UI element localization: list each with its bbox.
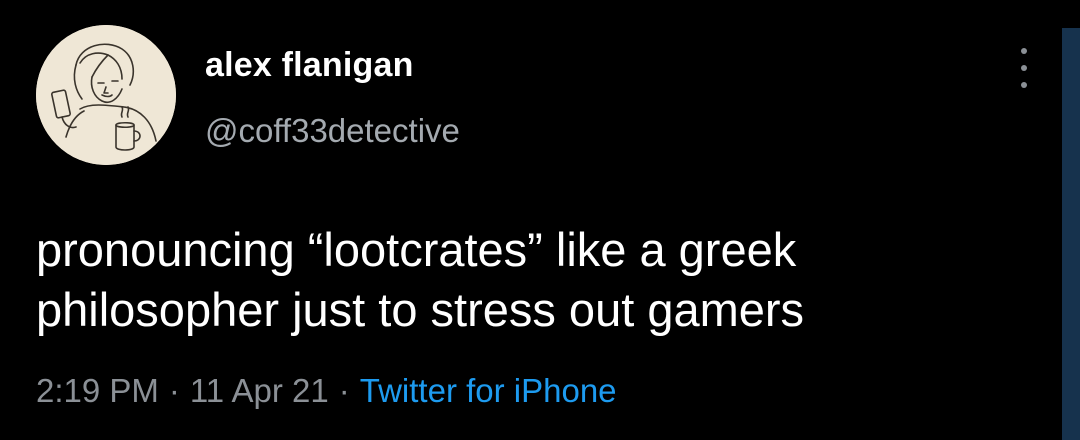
adjacent-panel-edge (1062, 28, 1080, 440)
avatar[interactable] (36, 25, 176, 165)
tweet-source-link[interactable]: Twitter for iPhone (360, 372, 617, 409)
tweet-meta: 2:19 PM · 11 Apr 21 · Twitter for iPhone (36, 372, 617, 410)
display-name[interactable]: alex flanigan (205, 46, 414, 85)
tweet-card: alex flanigan @coff33detective pronounci… (0, 0, 1080, 440)
dot (1021, 65, 1027, 71)
tweet-time[interactable]: 2:19 PM (36, 372, 159, 409)
user-handle[interactable]: @coff33detective (205, 112, 460, 150)
dot (1021, 82, 1027, 88)
avatar-sketch-icon (36, 25, 176, 165)
tweet-text-line: philosopher just to stress out gamers (36, 283, 805, 336)
meta-separator: · (168, 372, 180, 409)
meta-separator: · (338, 372, 350, 409)
tweet-text-line: pronouncing “lootcrates” like a greek (36, 223, 797, 276)
more-options-icon[interactable] (1012, 48, 1036, 88)
dot (1021, 48, 1027, 54)
tweet-date[interactable]: 11 Apr 21 (190, 372, 329, 409)
tweet-text: pronouncing “lootcrates” like a greek ph… (36, 220, 1046, 340)
